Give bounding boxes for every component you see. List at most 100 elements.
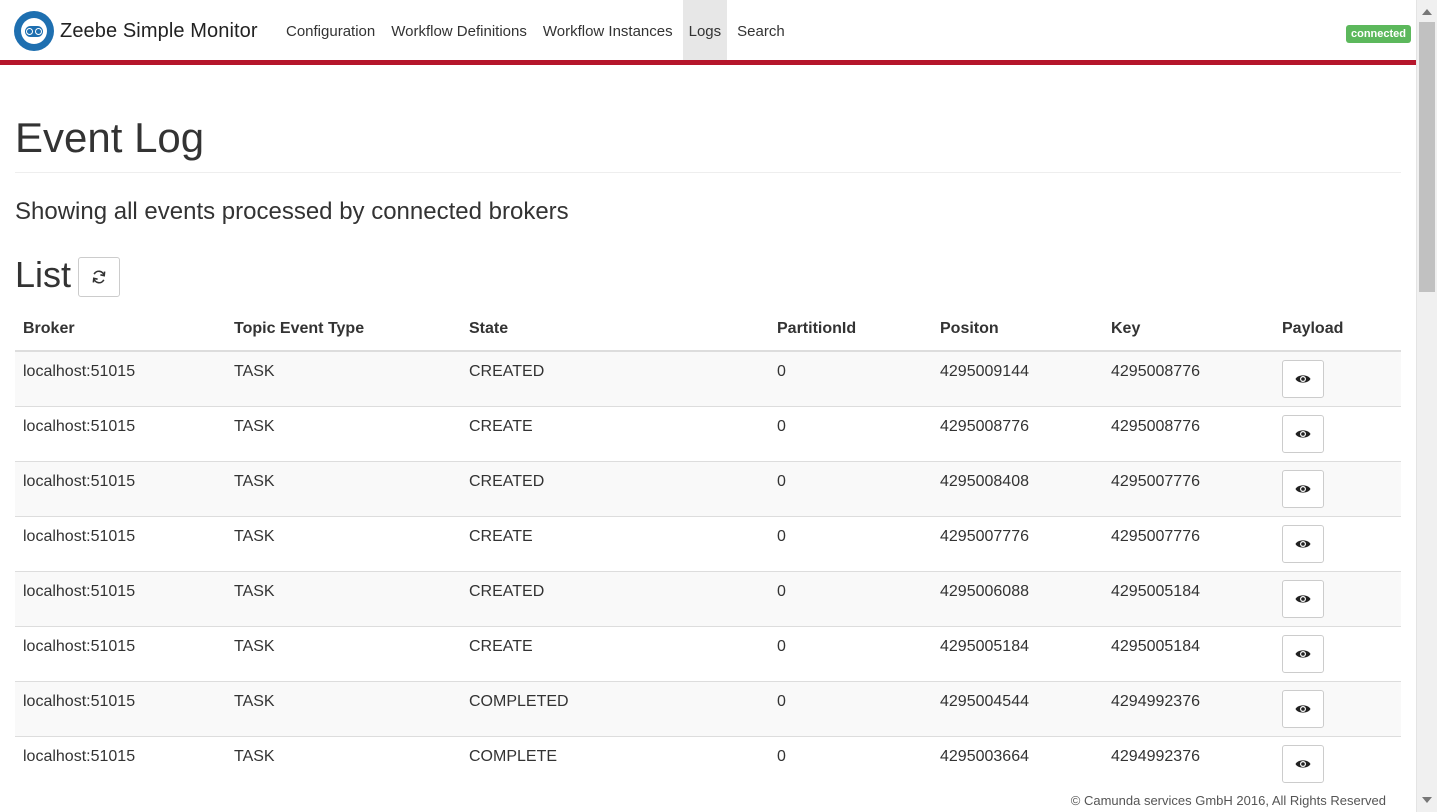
vertical-scrollbar[interactable] xyxy=(1416,0,1437,812)
broker-cell: localhost:51015 xyxy=(15,735,226,791)
scroll-up-icon[interactable] xyxy=(1422,9,1432,15)
key-cell: 4295005184 xyxy=(1103,625,1274,681)
footer-copyright: © Camunda services GmbH 2016, All Rights… xyxy=(1070,793,1386,808)
eye-icon xyxy=(1295,759,1311,768)
event-type-cell: TASK xyxy=(226,625,461,681)
position-cell: 4295006088 xyxy=(932,570,1103,626)
page: Zeebe Simple Monitor Configuration Workf… xyxy=(0,0,1416,812)
broker-cell: localhost:51015 xyxy=(15,680,226,736)
nav-item-workflow-definitions[interactable]: Workflow Definitions xyxy=(385,0,533,60)
event-type-cell: TASK xyxy=(226,680,461,736)
position-cell: 4295008776 xyxy=(932,405,1103,461)
refresh-button[interactable] xyxy=(78,257,120,297)
table-row: localhost:51015 TASK COMPLETE 0 4295003664 42… xyxy=(15,735,1401,791)
table-row: localhost:51015 TASK CREATED 0 4295009144 429… xyxy=(15,350,1401,406)
payload-cell xyxy=(1274,515,1401,571)
broker-cell: localhost:51015 xyxy=(15,625,226,681)
key-cell: 4294992376 xyxy=(1103,735,1274,791)
eye-icon xyxy=(1295,704,1311,713)
position-cell: 4295009144 xyxy=(932,350,1103,406)
event-log-table: Broker Topic Event Type State PartitionI… xyxy=(15,308,1401,791)
broker-cell: localhost:51015 xyxy=(15,515,226,571)
partition-id-cell: 0 xyxy=(769,570,932,626)
payload-cell xyxy=(1274,735,1401,791)
state-cell: CREATE xyxy=(461,625,769,681)
column-header-position: Positon xyxy=(932,308,1103,352)
eye-icon xyxy=(1295,375,1311,383)
nav-item-search[interactable]: Search xyxy=(731,0,791,60)
state-cell: CREATED xyxy=(461,570,769,626)
view-payload-button[interactable] xyxy=(1282,579,1324,618)
brand[interactable]: Zeebe Simple Monitor xyxy=(14,11,258,51)
table-row: localhost:51015 TASK CREATE 0 4295008776 4295… xyxy=(15,405,1401,461)
event-type-cell: TASK xyxy=(226,350,461,406)
state-cell: COMPLETED xyxy=(461,680,769,736)
main-nav: Configuration Workflow Definitions Workf… xyxy=(278,0,793,60)
key-cell: 4295007776 xyxy=(1103,460,1274,516)
scroll-thumb[interactable] xyxy=(1419,22,1435,292)
state-cell: COMPLETE xyxy=(461,735,769,791)
scroll-down-icon[interactable] xyxy=(1422,797,1432,803)
broker-cell: localhost:51015 xyxy=(15,350,226,406)
eye-icon xyxy=(1295,594,1311,603)
table-header-row: Broker Topic Event Type State PartitionI… xyxy=(15,308,1401,352)
view-payload-button[interactable] xyxy=(1282,744,1324,783)
view-payload-button[interactable] xyxy=(1282,414,1324,453)
partition-id-cell: 0 xyxy=(769,405,932,461)
partition-id-cell: 0 xyxy=(769,460,932,516)
payload-cell xyxy=(1274,625,1401,681)
column-header-topic-event-type: Topic Event Type xyxy=(226,308,461,352)
refresh-icon xyxy=(92,270,106,284)
key-cell: 4295008776 xyxy=(1103,405,1274,461)
column-header-key: Key xyxy=(1103,308,1274,352)
view-payload-button[interactable] xyxy=(1282,689,1324,728)
nav-item-logs[interactable]: Logs xyxy=(682,0,728,60)
position-cell: 4295004544 xyxy=(932,680,1103,736)
partition-id-cell: 0 xyxy=(769,350,932,406)
key-cell: 4294992376 xyxy=(1103,680,1274,736)
state-cell: CREATED xyxy=(461,350,769,406)
payload-cell xyxy=(1274,570,1401,626)
table-row: localhost:51015 TASK CREATE 0 4295007776 4295… xyxy=(15,515,1401,571)
partition-id-cell: 0 xyxy=(769,735,932,791)
key-cell: 4295007776 xyxy=(1103,515,1274,571)
footer: © Camunda services GmbH 2016, All Rights… xyxy=(0,788,1416,812)
column-header-partition-id: PartitionId xyxy=(769,308,932,352)
payload-cell xyxy=(1274,680,1401,736)
event-type-cell: TASK xyxy=(226,570,461,626)
eye-icon xyxy=(1295,539,1311,548)
column-header-payload: Payload xyxy=(1274,308,1401,352)
page-title: Event Log xyxy=(15,112,1401,173)
broker-cell: localhost:51015 xyxy=(15,405,226,461)
state-cell: CREATE xyxy=(461,515,769,571)
column-header-state: State xyxy=(461,308,769,352)
nav-item-configuration[interactable]: Configuration xyxy=(280,0,381,60)
position-cell: 4295003664 xyxy=(932,735,1103,791)
nav-item-workflow-instances[interactable]: Workflow Instances xyxy=(537,0,679,60)
eye-icon xyxy=(1295,649,1311,658)
view-payload-button[interactable] xyxy=(1282,634,1324,673)
event-type-cell: TASK xyxy=(226,515,461,571)
event-type-cell: TASK xyxy=(226,405,461,461)
partition-id-cell: 0 xyxy=(769,515,932,571)
partition-id-cell: 0 xyxy=(769,680,932,736)
brand-name: Zeebe Simple Monitor xyxy=(60,19,258,42)
broker-cell: localhost:51015 xyxy=(15,460,226,516)
payload-cell xyxy=(1274,350,1401,406)
table-row: localhost:51015 TASK CREATED 0 4295008408 429… xyxy=(15,460,1401,516)
view-payload-button[interactable] xyxy=(1282,524,1324,563)
event-type-cell: TASK xyxy=(226,735,461,791)
position-cell: 4295005184 xyxy=(932,625,1103,681)
column-header-broker: Broker xyxy=(15,308,226,352)
payload-cell xyxy=(1274,405,1401,461)
table-row: localhost:51015 TASK CREATED 0 4295006088 429… xyxy=(15,570,1401,626)
table-row: localhost:51015 TASK CREATE 0 4295005184 4295… xyxy=(15,625,1401,681)
key-cell: 4295005184 xyxy=(1103,570,1274,626)
view-payload-button[interactable] xyxy=(1282,360,1324,398)
state-cell: CREATED xyxy=(461,460,769,516)
state-cell: CREATE xyxy=(461,405,769,461)
position-cell: 4295008408 xyxy=(932,460,1103,516)
view-payload-button[interactable] xyxy=(1282,469,1324,508)
eye-icon xyxy=(1295,484,1311,493)
table-row: localhost:51015 TASK COMPLETED 0 4295004544 4… xyxy=(15,680,1401,736)
